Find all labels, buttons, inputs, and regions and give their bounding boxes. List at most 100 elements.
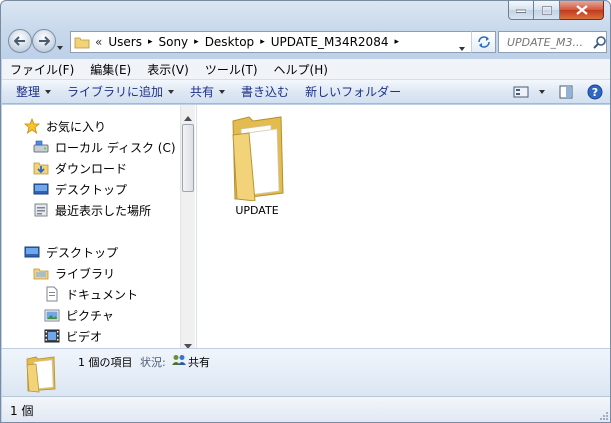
- recent-pages-dropdown[interactable]: [57, 39, 63, 53]
- pictures-icon: [44, 307, 60, 323]
- state-value: 共有: [188, 356, 210, 369]
- menu-file[interactable]: ファイル(F): [7, 61, 77, 78]
- breadcrumb-separator-icon[interactable]: ▸: [394, 37, 399, 47]
- search-input[interactable]: [505, 34, 589, 50]
- organize-label: 整理: [16, 85, 41, 99]
- menu-tools[interactable]: ツール(T): [202, 61, 261, 78]
- chevron-down-icon: [219, 89, 226, 94]
- folder-icon: [74, 37, 90, 49]
- back-arrow-icon: [14, 36, 25, 46]
- selected-folder-icon: [26, 356, 56, 393]
- navigation-pane: お気に入り ローカル ディスク (C) ダウンロード デスクトップ 最近表示した…: [2, 105, 197, 348]
- nav-libraries[interactable]: ライブラリ: [33, 264, 115, 282]
- chevron-down-icon: [168, 89, 175, 94]
- share-button[interactable]: 共有: [182, 81, 233, 103]
- breadcrumb-separator-icon[interactable]: ▸: [260, 37, 265, 47]
- menu-view[interactable]: 表示(V): [144, 61, 192, 78]
- nav-item-local-disk[interactable]: ローカル ディスク (C): [33, 138, 176, 156]
- nav-desktop-root-label: デスクトップ: [46, 245, 119, 260]
- svg-text:?: ?: [592, 86, 598, 99]
- status-text: 1 個: [10, 403, 34, 418]
- change-view-button[interactable]: [507, 81, 551, 103]
- desktop-icon: [24, 244, 40, 260]
- breadcrumb-desktop[interactable]: Desktop: [205, 35, 255, 49]
- nav-desktop-root[interactable]: デスクトップ: [24, 243, 118, 261]
- nav-item-label: ビデオ: [66, 329, 103, 344]
- forward-button[interactable]: [32, 29, 56, 53]
- resize-grip-icon[interactable]: [599, 411, 609, 421]
- maximize-icon: [541, 5, 552, 15]
- menu-edit[interactable]: 編集(E): [87, 61, 134, 78]
- document-icon: [44, 286, 60, 302]
- chevron-down-icon: [45, 89, 52, 94]
- burn-label: 書き込む: [241, 85, 290, 99]
- minimize-button[interactable]: [508, 1, 534, 20]
- close-button[interactable]: [560, 1, 604, 20]
- navigation-bar: « Users ▸ Sony ▸ Desktop ▸ UPDATE_M34R20…: [1, 29, 610, 55]
- scroll-up-icon[interactable]: [184, 110, 192, 124]
- breadcrumb-users[interactable]: Users: [108, 35, 142, 49]
- folder-icon: [232, 116, 284, 202]
- chevron-down-icon: [539, 89, 545, 94]
- caption-buttons: [508, 1, 604, 21]
- nav-libraries-label: ライブラリ: [55, 266, 116, 281]
- preview-pane-button[interactable]: [551, 81, 581, 103]
- details-pane: 1 個の項目 状況: 共有: [2, 348, 610, 396]
- nav-item-label: ダウンロード: [55, 161, 128, 176]
- navigation-scrollbar[interactable]: [180, 105, 195, 349]
- add-to-library-button[interactable]: ライブラリに追加: [59, 81, 182, 103]
- video-icon: [44, 328, 60, 344]
- share-label: 共有: [190, 85, 215, 99]
- new-folder-label: 新しいフォルダー: [305, 85, 402, 99]
- file-item-name: UPDATE: [235, 204, 279, 217]
- nav-item-label: 最近表示した場所: [55, 203, 152, 218]
- nav-favorites-label: お気に入り: [46, 119, 107, 134]
- state-label: 状況:: [140, 356, 166, 369]
- search-icon[interactable]: [593, 35, 606, 49]
- add-to-library-label: ライブラリに追加: [67, 85, 164, 99]
- address-history-dropdown[interactable]: [459, 40, 465, 54]
- nav-item-recent-places[interactable]: 最近表示した場所: [33, 201, 151, 219]
- scrollbar-thumb[interactable]: [182, 124, 194, 192]
- new-folder-button[interactable]: 新しいフォルダー: [297, 81, 409, 103]
- menu-bar: ファイル(F) 編集(E) 表示(V) ツール(T) ヘルプ(H): [2, 59, 610, 80]
- burn-button[interactable]: 書き込む: [233, 81, 297, 103]
- preview-pane-icon: [559, 85, 573, 98]
- breadcrumb-separator-icon[interactable]: ▸: [148, 37, 153, 47]
- library-folder-icon: [33, 265, 49, 281]
- file-item-update[interactable]: UPDATE: [215, 111, 299, 217]
- back-button[interactable]: [8, 29, 32, 53]
- shared-users-icon: [172, 355, 186, 365]
- hard-drive-icon: [33, 139, 49, 155]
- breadcrumb-separator-icon[interactable]: ▸: [194, 37, 199, 47]
- star-icon: [24, 118, 40, 134]
- item-count: 1 個の項目: [78, 356, 133, 369]
- downloads-folder-icon: [33, 160, 49, 176]
- address-bar[interactable]: « Users ▸ Sony ▸ Desktop ▸ UPDATE_M34R20…: [70, 31, 496, 53]
- nav-item-pictures[interactable]: ピクチャ: [44, 306, 114, 324]
- chevron-down-icon: [459, 47, 465, 51]
- menu-help[interactable]: ヘルプ(H): [271, 61, 331, 78]
- refresh-button[interactable]: [471, 31, 496, 53]
- nav-item-label: ローカル ディスク (C): [55, 140, 176, 155]
- maximize-button[interactable]: [534, 1, 560, 20]
- close-icon: [575, 5, 588, 15]
- view-options-icon: [513, 86, 529, 97]
- organize-button[interactable]: 整理: [2, 81, 59, 103]
- nav-item-downloads[interactable]: ダウンロード: [33, 159, 127, 177]
- chevron-down-icon: [57, 46, 63, 50]
- file-list: UPDATE: [197, 105, 610, 348]
- help-button[interactable]: ?: [581, 81, 610, 103]
- breadcrumb-update-folder[interactable]: UPDATE_M34R2084: [271, 35, 389, 49]
- search-box[interactable]: [498, 31, 607, 53]
- refresh-icon: [477, 36, 490, 48]
- explorer-window: « Users ▸ Sony ▸ Desktop ▸ UPDATE_M34R20…: [0, 0, 611, 423]
- desktop-icon: [33, 181, 49, 197]
- breadcrumb-sony[interactable]: Sony: [158, 35, 188, 49]
- address-overflow-chevron[interactable]: «: [95, 35, 102, 49]
- nav-item-desktop[interactable]: デスクトップ: [33, 180, 127, 198]
- nav-favorites[interactable]: お気に入り: [24, 117, 106, 135]
- nav-item-documents[interactable]: ドキュメント: [44, 285, 138, 303]
- nav-item-videos[interactable]: ビデオ: [44, 327, 102, 345]
- recent-places-icon: [33, 202, 49, 218]
